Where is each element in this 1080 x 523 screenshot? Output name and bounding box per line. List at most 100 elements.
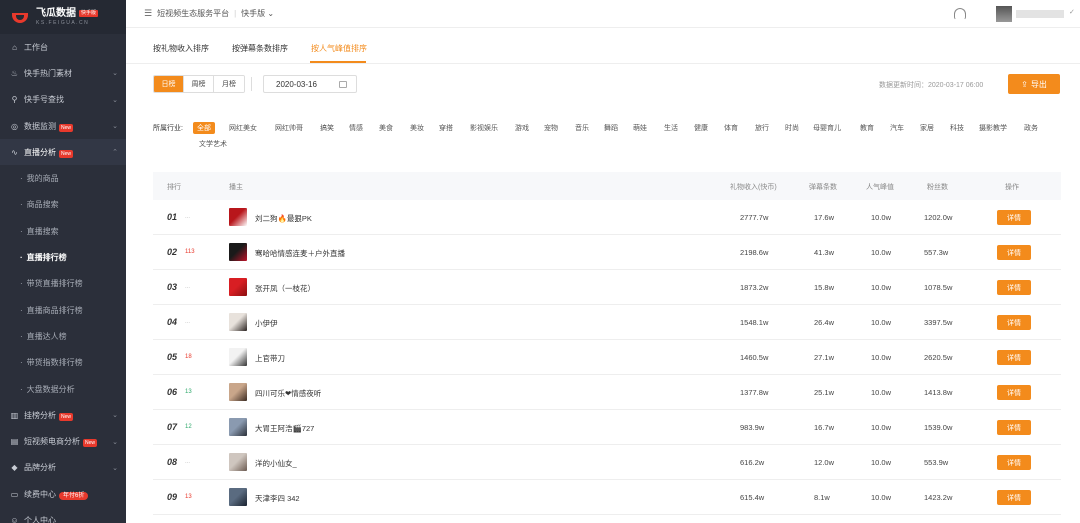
anchor-name[interactable]: 刘二狗🔥最狠PK [255,213,312,224]
monitor-icon: ◎ [11,121,18,131]
tab-danmu-count[interactable]: 按弹幕条数排序 [232,43,288,54]
sidebar-subitem-label: 直播达人榜 [26,331,67,341]
gift-income: 1377.8w [740,388,769,397]
sidebar-bottom-item-3[interactable]: ▭ 续费中心 年付6折 [0,481,126,507]
industry-chip-5[interactable]: 美食 [379,123,393,133]
tab-peak-popularity[interactable]: 按人气峰值排序 [311,43,367,54]
industry-chip-19[interactable]: 母婴育儿 [813,123,841,133]
industry-chip-16[interactable]: 体育 [724,123,738,133]
rank-number: 09 [167,492,178,502]
bullet: · [20,305,23,315]
anchor-avatar[interactable] [229,208,247,226]
industry-chip-21[interactable]: 汽车 [890,123,904,133]
tab-gift-income[interactable]: 按礼物收入排序 [153,43,209,54]
anchor-name[interactable]: 大胃王阿浩🎬727 [255,423,314,434]
sidebar-subitem-0[interactable]: · 我的商品 [0,165,126,191]
detail-button[interactable]: 详情 [997,210,1031,225]
avatar[interactable] [996,6,1012,22]
anchor-avatar[interactable] [229,453,247,471]
sidebar-item-0[interactable]: ⌂ 工作台 [0,34,126,60]
detail-button[interactable]: 详情 [997,490,1031,505]
sidebar-item-3[interactable]: ◎ 数据监测 New ⌄ [0,113,126,139]
sidebar-subitem-5[interactable]: · 直播商品排行榜 [0,297,126,323]
anchor-name[interactable]: 骞哈哈情感连麦＋户外直播 [255,248,345,259]
industry-chip-14[interactable]: 生活 [664,123,678,133]
detail-button[interactable]: 详情 [997,350,1031,365]
sidebar-bottom-item-4[interactable]: ☺ 个人中心 [0,507,126,523]
anchor-avatar[interactable] [229,383,247,401]
industry-chip-3[interactable]: 搞笑 [320,123,334,133]
anchor-name[interactable]: 小伊伊 [255,318,278,329]
industry-chip-8[interactable]: 影视娱乐 [470,123,498,133]
chevron-down-icon: ⌄ [112,96,118,104]
industry-chip-11[interactable]: 音乐 [575,123,589,133]
industry-chip-23[interactable]: 科技 [950,123,964,133]
anchor-avatar[interactable] [229,488,247,506]
anchor-name[interactable]: 张开凤（一枝花） [255,283,315,294]
fans-count: 1078.5w [924,283,953,292]
sidebar-subitem-8[interactable]: · 大盘数据分析 [0,376,126,402]
sidebar-bottom-item-0[interactable]: ▥ 挂榜分析 New ⌄ [0,402,126,428]
rank-number: 02 [167,247,178,257]
sidebar-subitem-1[interactable]: · 商品搜索 [0,192,126,218]
industry-chip-22[interactable]: 家居 [920,123,934,133]
anchor-name[interactable]: 上官带刀 [255,353,285,364]
menu-icon[interactable]: ☰ [144,8,152,19]
chevron-down-icon[interactable]: ✓ [1069,8,1075,16]
industry-chip-0[interactable]: 全部 [193,122,215,134]
sidebar-bottom-item-1[interactable]: ▤ 短视频电商分析 New ⌄ [0,428,126,454]
headset-icon[interactable] [954,8,966,20]
username-blurred[interactable] [1016,10,1064,18]
period-daily-button[interactable]: 日榜 [154,76,184,92]
detail-button[interactable]: 详情 [997,420,1031,435]
version-switcher[interactable]: 快手版 ⌄ [241,8,274,19]
anchor-avatar[interactable] [229,243,247,261]
anchor-avatar[interactable] [229,313,247,331]
industry-chip-6[interactable]: 美妆 [410,123,424,133]
anchor-avatar[interactable] [229,278,247,296]
industry-chip-9[interactable]: 游戏 [515,123,529,133]
detail-button[interactable]: 详情 [997,245,1031,260]
industry-chip-17[interactable]: 旅行 [755,123,769,133]
sidebar-subitem-7[interactable]: · 带货指数排行榜 [0,350,126,376]
industry-chip-12[interactable]: 舞蹈 [604,123,618,133]
sidebar-subitem-3[interactable]: · 直播排行榜 [0,244,126,270]
logo[interactable]: 飞瓜数据 快手版 KS.FEIGUA.CN [0,0,126,34]
industry-chip-18[interactable]: 时尚 [785,123,799,133]
sidebar-item-2[interactable]: ⚲ 快手号查找 ⌄ [0,87,126,113]
industry-chip-4[interactable]: 情感 [349,123,363,133]
industry-chip-25[interactable]: 政务 [1024,123,1038,133]
detail-button[interactable]: 详情 [997,280,1031,295]
sidebar-bottom-item-2[interactable]: ◆ 品牌分析 ⌄ [0,455,126,481]
anchor-name[interactable]: 洋的小仙女_ [255,458,297,469]
industry-chip-2[interactable]: 网红帅哥 [275,123,303,133]
detail-button[interactable]: 详情 [997,315,1031,330]
danmu-count: 8.1w [814,493,830,502]
industry-chip-15[interactable]: 健康 [694,123,708,133]
industry-chip-20[interactable]: 教育 [860,123,874,133]
sidebar-subitem-2[interactable]: · 直播搜索 [0,218,126,244]
industry-chip-24[interactable]: 摄影教学 [979,123,1007,133]
industry-chip-26[interactable]: 文学艺术 [199,139,227,149]
anchor-avatar[interactable] [229,418,247,436]
detail-button[interactable]: 详情 [997,455,1031,470]
anchor-avatar[interactable] [229,348,247,366]
sidebar-subitem-label: 直播排行榜 [26,253,67,263]
anchor-name[interactable]: 四川可乐❤情感夜听 [255,388,321,399]
industry-chip-7[interactable]: 穿搭 [439,123,453,133]
export-button[interactable]: ⇪ 导出 [1008,74,1060,94]
industry-chip-10[interactable]: 宠物 [544,123,558,133]
date-picker[interactable]: 2020-03-16 [263,75,357,93]
sidebar-subitem-4[interactable]: · 带货直播排行榜 [0,271,126,297]
industry-chip-1[interactable]: 网红美女 [229,123,257,133]
period-weekly-button[interactable]: 周榜 [184,76,214,92]
sidebar-subitem-6[interactable]: · 直播达人榜 [0,323,126,349]
industry-chip-13[interactable]: 萌娃 [633,123,647,133]
rank-change: 18 [185,354,192,360]
date-value: 2020-03-16 [276,79,317,89]
period-monthly-button[interactable]: 月榜 [214,76,244,92]
sidebar-item-1[interactable]: ♨ 快手热门素材 ⌄ [0,60,126,86]
detail-button[interactable]: 详情 [997,385,1031,400]
anchor-name[interactable]: 天津李四 342 [255,493,300,504]
sidebar-item-4[interactable]: ∿ 直播分析 New ⌃ [0,139,126,166]
